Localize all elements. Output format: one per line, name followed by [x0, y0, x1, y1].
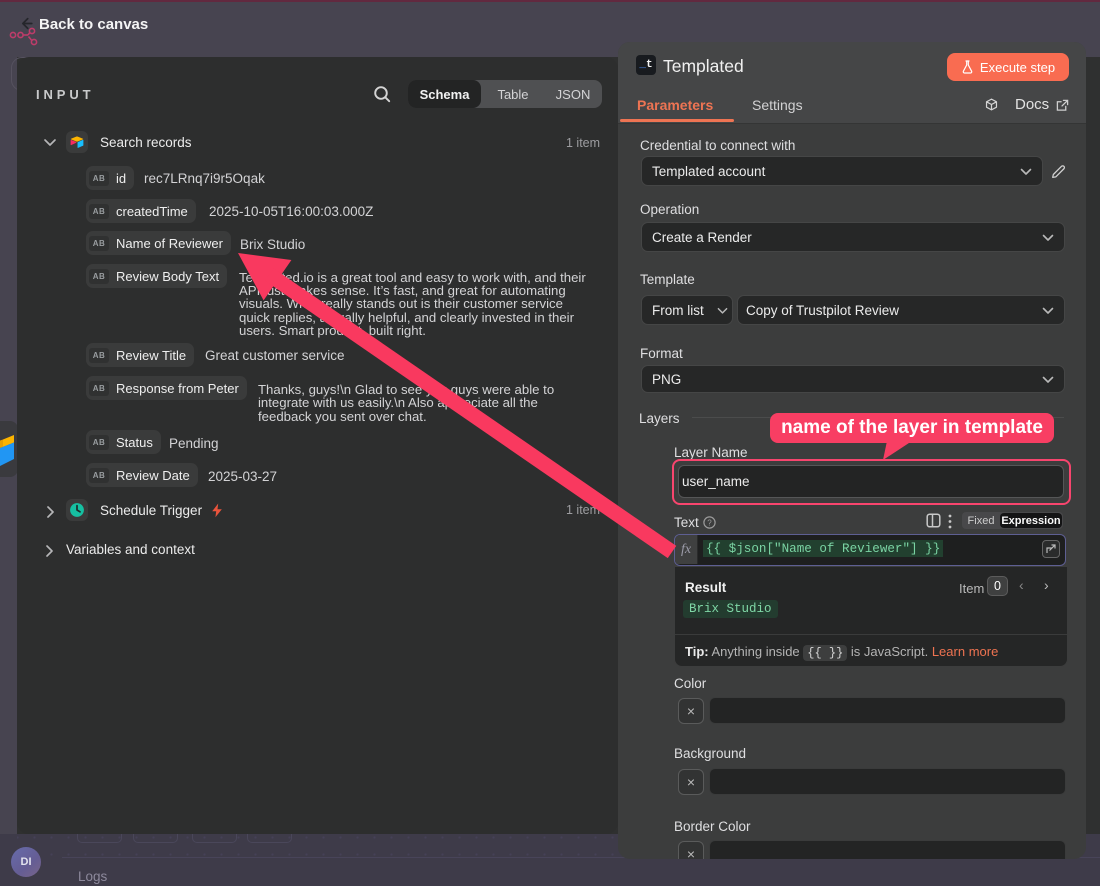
svg-text:?: ?: [707, 518, 712, 527]
